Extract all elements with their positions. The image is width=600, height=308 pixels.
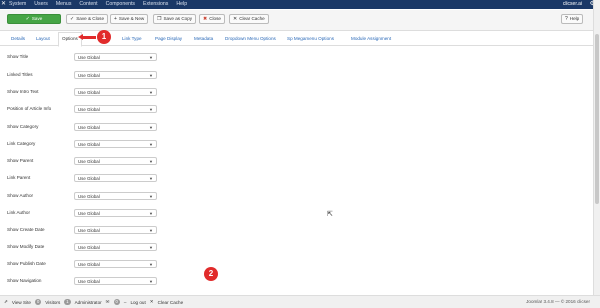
caret-down-icon: ▼ — [149, 228, 153, 233]
annotation-arrow — [82, 36, 96, 39]
show-modify-date-select[interactable]: Use Global ▼ — [74, 243, 157, 251]
joomla-icon[interactable]: ✕ — [1, 1, 7, 7]
show-create-date-select[interactable]: Use Global ▼ — [74, 226, 157, 234]
top-navbar: ✕ System Users Menus Content Components … — [0, 0, 600, 9]
caret-down-icon: ▼ — [149, 279, 153, 284]
field-label: Show Author — [7, 193, 34, 198]
caret-down-icon: ▼ — [149, 73, 153, 78]
visitors-link[interactable]: Visitors — [45, 300, 60, 305]
close-icon: ✕ — [233, 16, 238, 22]
caret-down-icon: ▼ — [149, 262, 153, 267]
copy-icon: ❐ — [157, 16, 162, 22]
check-icon: ✓ — [25, 16, 30, 22]
clear-cache-link[interactable]: Clear Cache — [158, 300, 184, 305]
save-new-button[interactable]: + Save & New — [110, 14, 149, 24]
tab-megamenu-options[interactable]: Sp Megamenu Options — [284, 33, 337, 45]
mail-count-badge: 0 — [113, 299, 120, 305]
save-button[interactable]: ✓ Save — [7, 14, 61, 24]
tab-page-display[interactable]: Page Display — [152, 33, 185, 45]
field-label: Show Title — [7, 54, 29, 59]
caret-down-icon: ▼ — [149, 211, 153, 216]
article-info-position-select[interactable]: Use Global ▼ — [74, 105, 157, 113]
version-text: Joomla! 3.4.8 — © 2016 clicser — [526, 299, 590, 304]
menu-extensions[interactable]: Extensions — [143, 0, 168, 9]
field-label: Show Create Date — [7, 227, 45, 232]
menu-users[interactable]: Users — [34, 0, 48, 9]
field-label: Linked Titles — [7, 72, 33, 77]
tab-link-type[interactable]: Link Type — [119, 33, 145, 45]
field-label: Show Intro Text — [7, 89, 39, 94]
menu-menus[interactable]: Menus — [56, 0, 72, 9]
tab-dropdown-menu-options[interactable]: Dropdown Menu Options — [222, 33, 279, 45]
save-close-button[interactable]: ✓ Save & Close — [66, 14, 109, 24]
link-category-select[interactable]: Use Global ▼ — [74, 140, 157, 148]
admin-count-badge: 1 — [64, 299, 71, 305]
field-label: Show Navigation — [7, 278, 42, 283]
logout-icon: – — [123, 299, 127, 305]
top-menu: System Users Menus Content Components Ex… — [9, 0, 187, 9]
close-icon: ✕ — [149, 299, 154, 304]
caret-down-icon: ▼ — [149, 245, 153, 250]
caret-down-icon: ▼ — [149, 107, 153, 112]
caret-down-icon: ▼ — [149, 125, 153, 130]
caret-down-icon: ▼ — [149, 90, 153, 95]
tab-layout[interactable]: Layout — [33, 33, 53, 45]
mouse-cursor-icon: ⇱ — [327, 211, 333, 218]
show-intro-text-select[interactable]: Use Global ▼ — [74, 88, 157, 96]
administrator-link[interactable]: Administrator — [75, 300, 102, 305]
field-label: Link Parent — [7, 175, 31, 180]
check-icon: ✓ — [70, 16, 75, 22]
save-copy-button[interactable]: ❐ Save as Copy — [153, 14, 197, 24]
menu-help[interactable]: Help — [176, 0, 187, 9]
show-publish-date-select[interactable]: Use Global ▼ — [74, 260, 157, 268]
field-label: Link Author — [7, 210, 30, 215]
close-icon: ✖ — [203, 16, 208, 22]
scrollbar[interactable] — [593, 0, 600, 307]
view-site-link[interactable]: View Site — [12, 300, 31, 305]
annotation-badge-2: 2 — [204, 267, 218, 281]
show-title-select[interactable]: Use Global ▼ — [74, 53, 157, 61]
scrollbar-thumb[interactable] — [595, 34, 599, 204]
field-label: Show Parent — [7, 158, 34, 163]
tab-metadata[interactable]: Metadata — [191, 33, 216, 45]
caret-down-icon: ▼ — [149, 194, 153, 199]
tab-details[interactable]: Details — [8, 33, 28, 45]
caret-down-icon: ▼ — [149, 159, 153, 164]
field-label: Position of Article Info — [7, 106, 52, 111]
menu-components[interactable]: Components — [106, 0, 135, 9]
caret-down-icon: ▼ — [149, 176, 153, 181]
field-label: Show Modify Date — [7, 244, 45, 249]
status-footer: ⇗ View Site 0 Visitors 1 Administrator ✉… — [0, 295, 600, 308]
caret-down-icon: ▼ — [149, 142, 153, 147]
show-category-select[interactable]: Use Global ▼ — [74, 123, 157, 131]
logout-link[interactable]: Log out — [130, 300, 145, 305]
help-icon: ? — [565, 16, 568, 22]
clear-cache-button[interactable]: ✕ Clear Cache — [229, 14, 269, 24]
tab-module-assignment[interactable]: Module Assignment — [348, 33, 394, 45]
show-parent-select[interactable]: Use Global ▼ — [74, 157, 157, 165]
plus-icon: + — [114, 16, 117, 22]
field-label: Show Category — [7, 124, 39, 129]
menu-content[interactable]: Content — [79, 0, 97, 9]
close-button[interactable]: ✖ Close — [199, 14, 225, 24]
show-navigation-select[interactable]: Use Global ▼ — [74, 277, 157, 285]
annotation-badge-1: 1 — [97, 30, 111, 44]
link-parent-select[interactable]: Use Global ▼ — [74, 174, 157, 182]
caret-down-icon: ▼ — [149, 55, 153, 60]
help-button[interactable]: ? Help — [561, 14, 584, 24]
menu-system[interactable]: System — [9, 0, 26, 9]
visitors-count-badge: 0 — [34, 299, 42, 305]
link-author-select[interactable]: Use Global ▼ — [74, 209, 157, 217]
user-menu[interactable]: clicser.ai — [563, 0, 582, 9]
field-label: Show Publish Date — [7, 261, 46, 266]
external-link-icon: ⇗ — [4, 299, 8, 304]
show-author-select[interactable]: Use Global ▼ — [74, 192, 157, 200]
linked-titles-select[interactable]: Use Global ▼ — [74, 71, 157, 79]
mail-icon: ✉ — [105, 299, 110, 304]
field-label: Link Category — [7, 141, 36, 146]
